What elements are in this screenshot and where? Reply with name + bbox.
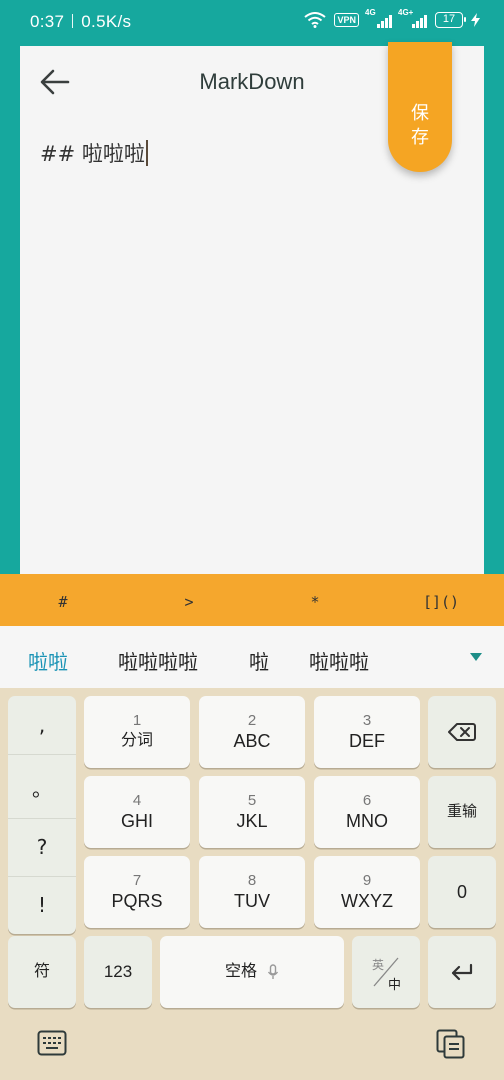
status-right: VPN 4G 4G+ 17 [304, 8, 480, 28]
key-label: TUV [234, 891, 270, 911]
keyboard-icon[interactable] [37, 1030, 67, 1056]
punct-key[interactable]: ? [8, 818, 76, 876]
save-label-line1: 保 [411, 103, 429, 124]
space-label: 空格 [224, 963, 257, 980]
text-cursor [145, 140, 148, 166]
status-speed: 0.5K/s [81, 12, 132, 31]
link-button[interactable]: []() [378, 589, 504, 611]
markdown-editor[interactable]: ## 啦啦啦 [40, 138, 148, 168]
key-label: JKL [236, 811, 268, 831]
markdown-toolbar: # > * []() [0, 574, 504, 626]
key-number: 3 [362, 712, 372, 729]
key-label: GHI [120, 811, 153, 831]
retype-label: 重输 [446, 803, 477, 820]
candidate-item[interactable]: 啦 [249, 646, 269, 675]
key-label: ABC [233, 731, 271, 751]
key-number: 8 [247, 872, 257, 889]
zero-label: 0 [456, 882, 467, 902]
battery-icon: 17 [435, 12, 466, 28]
lang-chinese-label: 中 [388, 977, 402, 992]
key-9[interactable]: 9 WXYZ [314, 856, 420, 928]
editor-card: MarkDown 保 存 ## 啦啦啦 [20, 42, 484, 574]
divider [8, 754, 76, 755]
key-5[interactable]: 5 JKL [199, 776, 305, 848]
keyboard: , 。 ? ! 1 分词 2 ABC 3 DEF 4 GHI 5 JKL 6 M… [0, 688, 504, 1080]
symbol-key[interactable]: 符 [8, 936, 76, 1008]
number-mode-key[interactable]: 123 [84, 936, 152, 1008]
punct-key[interactable]: ! [8, 876, 76, 934]
network-label-1: 4G [365, 8, 376, 17]
space-key[interactable]: 空格 [160, 936, 344, 1008]
microphone-icon [267, 964, 279, 979]
punctuation-column: , 。 ? ! [8, 696, 76, 934]
editor-text: ## 啦啦啦 [40, 142, 145, 166]
language-switch-key[interactable]: 英 中 [352, 936, 420, 1008]
key-1[interactable]: 1 分词 [84, 696, 190, 768]
backspace-icon [448, 723, 476, 741]
key-number: 1 [132, 712, 142, 729]
key-number: 4 [132, 792, 142, 809]
status-separator [72, 14, 74, 28]
heading-button[interactable]: # [0, 589, 126, 611]
network-label-2: 4G+ [398, 8, 414, 17]
signal-icon-2: 4G+ [398, 8, 427, 28]
enter-icon [451, 963, 473, 981]
key-label: PQRS [111, 891, 163, 911]
candidate-item[interactable]: 啦啦 [28, 646, 68, 675]
clipboard-icon[interactable] [436, 1029, 466, 1059]
expand-candidates-icon[interactable] [470, 653, 482, 661]
key-number: 2 [247, 712, 257, 729]
key-6[interactable]: 6 MNO [314, 776, 420, 848]
status-left: 0:37 0.5K/s [30, 12, 131, 32]
save-button[interactable]: 保 存 [388, 42, 452, 172]
charging-icon [471, 13, 480, 27]
key-3[interactable]: 3 DEF [314, 696, 420, 768]
symbol-label: 符 [33, 963, 50, 980]
lang-english-label: 英 [372, 958, 385, 972]
candidate-item[interactable]: 啦啦啦啦 [118, 646, 198, 675]
number-mode-label: 123 [103, 962, 133, 981]
enter-key[interactable] [428, 936, 496, 1008]
key-number: 5 [247, 792, 257, 809]
quote-button[interactable]: > [126, 589, 252, 611]
retype-button[interactable]: 重输 [428, 776, 496, 848]
status-time: 0:37 [30, 12, 65, 31]
key-8[interactable]: 8 TUV [199, 856, 305, 928]
key-label: DEF [349, 731, 385, 751]
key-4[interactable]: 4 GHI [84, 776, 190, 848]
backspace-button[interactable] [428, 696, 496, 768]
key-number: 9 [362, 872, 372, 889]
punct-key[interactable]: 。 [8, 758, 76, 816]
status-bar: 0:37 0.5K/s VPN 4G 4G+ 17 [0, 0, 504, 46]
zero-key[interactable]: 0 [428, 856, 496, 928]
key-label: MNO [346, 811, 388, 831]
candidate-item[interactable]: 啦啦啦 [309, 646, 369, 675]
key-number: 7 [132, 872, 142, 889]
key-label: 分词 [120, 732, 153, 749]
wifi-icon [304, 12, 327, 28]
key-label: WXYZ [341, 891, 393, 911]
list-button[interactable]: * [252, 589, 378, 611]
key-number: 6 [362, 792, 372, 809]
key-7[interactable]: 7 PQRS [84, 856, 190, 928]
key-2[interactable]: 2 ABC [199, 696, 305, 768]
vpn-badge: VPN [334, 13, 359, 27]
punct-key[interactable]: , [8, 696, 76, 754]
candidate-bar: 啦啦 啦啦啦啦 啦 啦啦啦 [0, 626, 504, 688]
save-label-line2: 存 [411, 127, 429, 148]
signal-icon: 4G [365, 8, 392, 28]
